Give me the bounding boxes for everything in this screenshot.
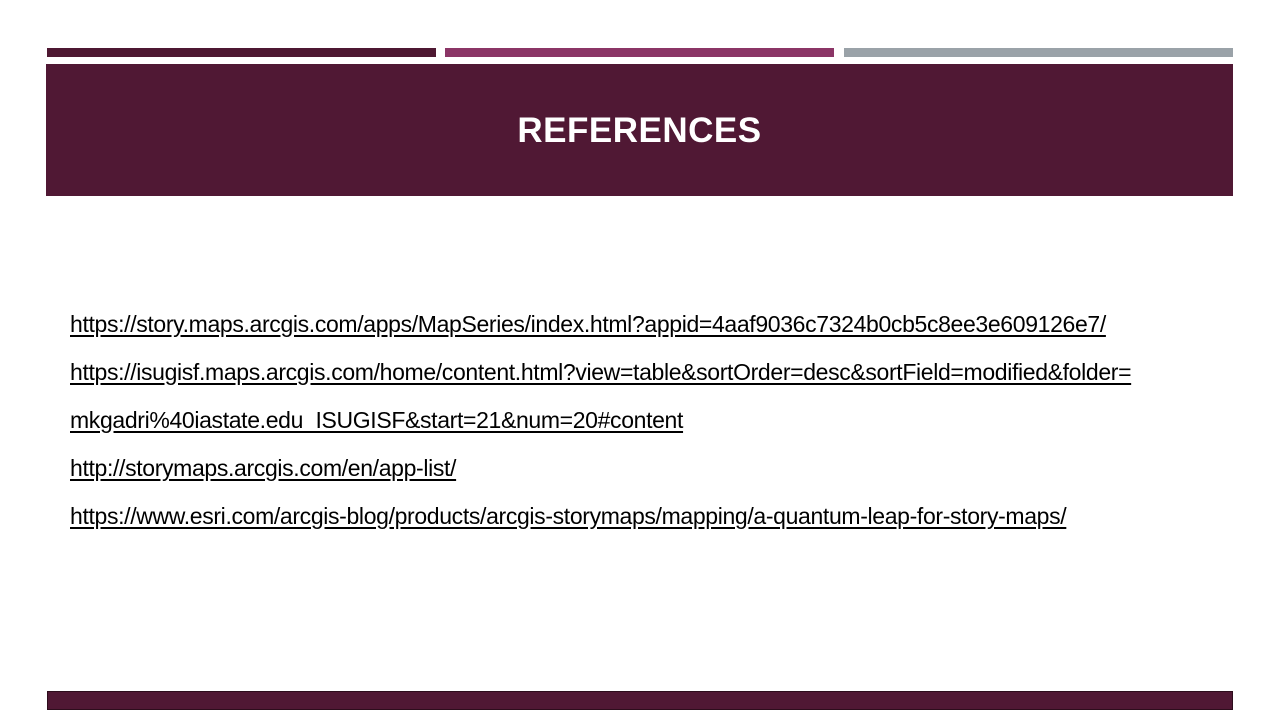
reference-link-4[interactable]: https://www.esri.com/arcgis-blog/product… [70, 494, 1260, 542]
slide: REFERENCES https://story.maps.arcgis.com… [0, 0, 1280, 720]
slide-title: REFERENCES [517, 111, 762, 150]
accent-bar-dark [47, 48, 436, 57]
accent-bar-magenta [445, 48, 834, 57]
title-band: REFERENCES [46, 64, 1233, 196]
reference-link-2[interactable]: https://isugisf.maps.arcgis.com/home/con… [70, 350, 1260, 398]
accent-bar-gray [844, 48, 1233, 57]
reference-link-3[interactable]: http://storymaps.arcgis.com/en/app-list/ [70, 446, 1260, 494]
reference-link-2-continued[interactable]: mkgadri%40iastate.edu_ISUGISF&start=21&n… [70, 398, 1260, 446]
footer-band [47, 691, 1233, 710]
references-list: https://story.maps.arcgis.com/apps/MapSe… [70, 302, 1260, 542]
reference-link-1[interactable]: https://story.maps.arcgis.com/apps/MapSe… [70, 302, 1260, 350]
